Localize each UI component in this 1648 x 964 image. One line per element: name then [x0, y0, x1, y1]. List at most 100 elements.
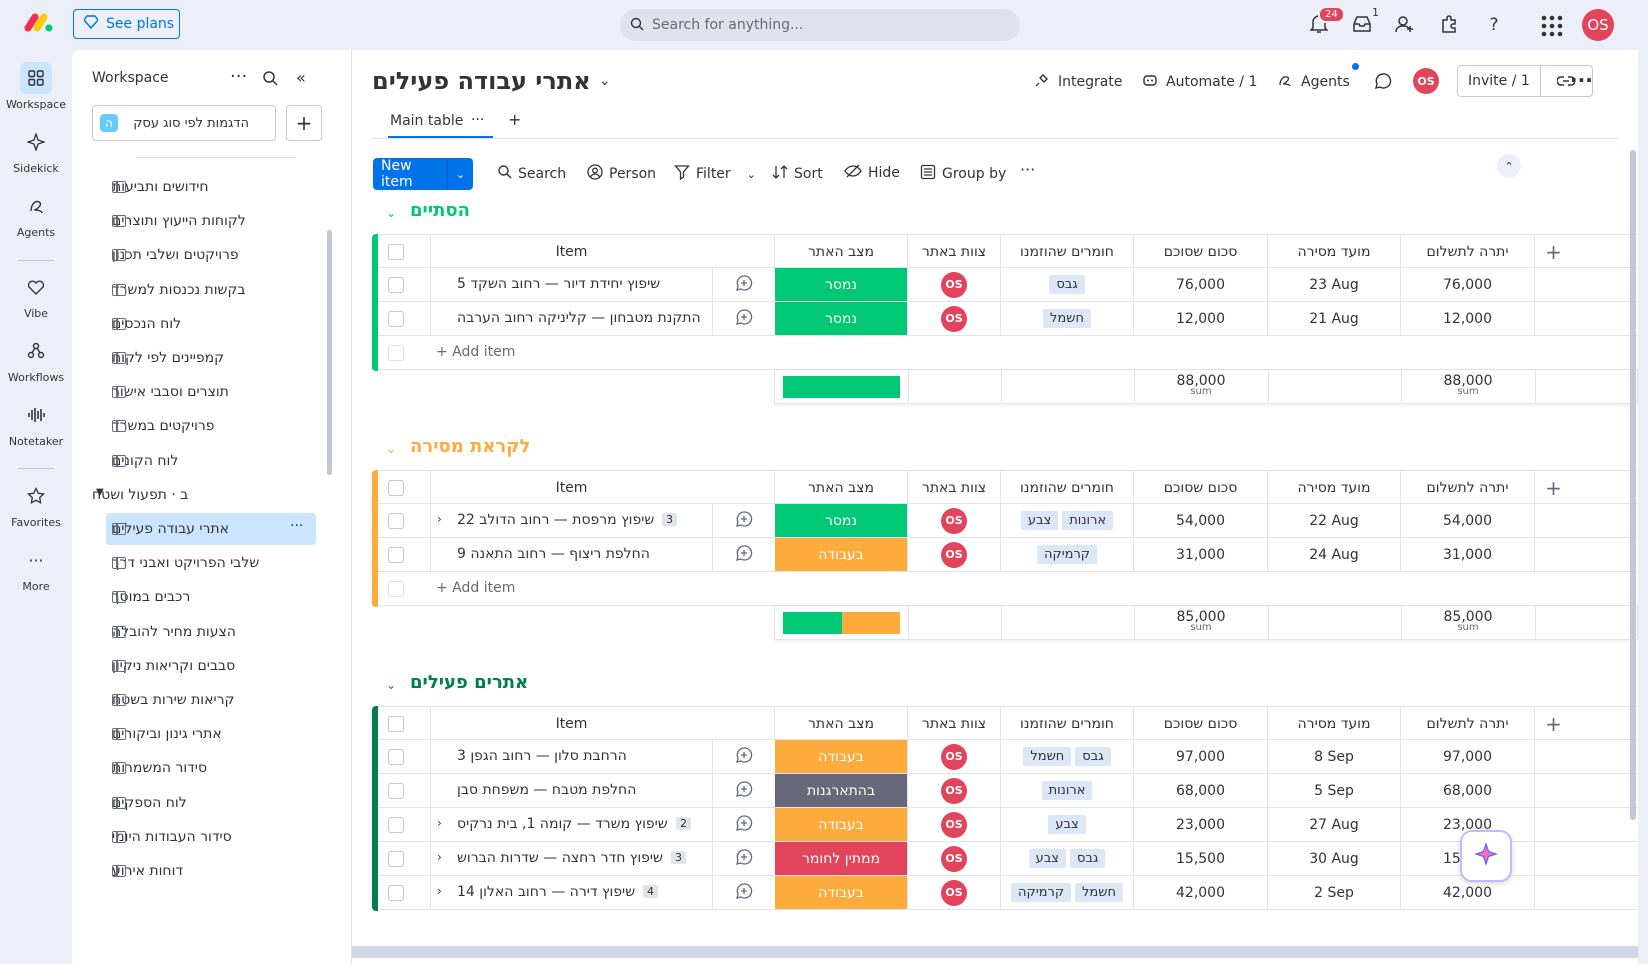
status-cell[interactable]: נמסר [774, 504, 907, 537]
amount-cell[interactable]: 31,000 [1133, 538, 1267, 571]
active-item-more-icon[interactable]: ··· [290, 518, 303, 534]
sidebar-board-item[interactable]: שלבי הפרויקט ואבני דרך [112, 548, 332, 578]
column-header-amt[interactable]: סכום שסוכם [1133, 471, 1267, 504]
invite-members-button[interactable] [1393, 14, 1417, 38]
global-search[interactable]: Search for anything... [620, 9, 1020, 41]
group-by-button[interactable]: Group by [920, 164, 1006, 184]
horizontal-scrollbar[interactable] [352, 946, 1638, 958]
column-header-due[interactable]: מועד מסירה [1267, 707, 1400, 740]
column-header-amt[interactable]: סכום שסוכם [1133, 235, 1267, 268]
select-all-checkbox[interactable] [388, 480, 404, 496]
group-collapse-icon[interactable]: ⌄ [386, 442, 396, 456]
team-cell[interactable]: OS [907, 876, 1000, 909]
select-all-checkbox[interactable] [388, 244, 404, 260]
materials-cell[interactable]: קרמיקה [1000, 538, 1133, 571]
team-cell[interactable]: OS [907, 302, 1000, 335]
table-row[interactable]: › שיפוץ מרפסת — רחוב הדולב 22 3 נמסר OS ארונו… [378, 504, 1638, 538]
workspace-more-icon[interactable]: ··· [230, 66, 247, 87]
status-summary-bar[interactable] [783, 612, 900, 634]
monday-logo[interactable] [24, 12, 54, 34]
new-item-dropdown-icon[interactable]: ⌄ [447, 158, 473, 190]
team-cell[interactable]: OS [907, 842, 1000, 875]
sidebar-board-item[interactable]: אתרי גינון וביקורים [112, 719, 332, 749]
board-title[interactable]: אתרי עבודה פעילים ⌄ [372, 65, 610, 97]
add-board-button[interactable]: + [286, 105, 322, 141]
product-switcher-button[interactable] [1541, 15, 1563, 37]
caret-down-icon[interactable]: ▼ [96, 487, 104, 498]
expand-subitems-icon[interactable]: › [437, 850, 442, 864]
sidebar-board-item[interactable]: קמפיינים לפי לקוח [112, 343, 332, 373]
team-cell[interactable]: OS [907, 808, 1000, 841]
due-date-cell[interactable]: 8 Sep [1267, 740, 1400, 773]
column-header-item[interactable]: Item [430, 707, 712, 740]
item-cell[interactable]: שיפוץ יחידת דיור — רחוב השקד 5 [430, 268, 712, 301]
due-date-cell[interactable]: 30 Aug [1267, 842, 1400, 875]
board-owner-avatar[interactable]: OS [1413, 68, 1439, 94]
amount-cell[interactable]: 54,000 [1133, 504, 1267, 537]
column-header-item[interactable]: Item [430, 235, 712, 268]
help-button[interactable]: ? [1482, 13, 1506, 37]
rail-vibe[interactable]: Vibe [0, 271, 72, 320]
rail-workspace[interactable]: Workspace [0, 62, 72, 111]
column-header-mat[interactable]: חומרים שהוזמנו [1000, 471, 1133, 504]
select-all-checkbox[interactable] [388, 716, 404, 732]
vertical-scrollbar[interactable] [1630, 150, 1636, 820]
item-cell[interactable]: › שיפוץ מרפסת — רחוב הדולב 22 3 [430, 504, 712, 537]
team-cell[interactable]: OS [907, 268, 1000, 301]
row-checkbox[interactable] [388, 885, 404, 901]
team-cell[interactable]: OS [907, 538, 1000, 571]
balance-cell[interactable]: 97,000 [1400, 740, 1534, 773]
row-checkbox[interactable] [388, 277, 404, 293]
amount-cell[interactable]: 12,000 [1133, 302, 1267, 335]
sidebar-board-item[interactable]: לוח הקונים [112, 446, 332, 476]
sidebar-scrollbar[interactable] [327, 230, 332, 475]
due-date-cell[interactable]: 5 Sep [1267, 774, 1400, 807]
group-title[interactable]: אתרים פעילים [410, 672, 528, 693]
sidebar-folder[interactable]: ב · תפעול ושטח [92, 480, 312, 510]
sidebar-board-item[interactable]: פרויקטים ושלבי תכנון [112, 240, 332, 270]
update-cell[interactable] [712, 842, 774, 875]
group-title[interactable]: לקראת מסירה [410, 436, 530, 457]
sidekick-floating-button[interactable] [1460, 830, 1512, 882]
expand-subitems-icon[interactable]: › [437, 884, 442, 898]
agents-button[interactable]: Agents [1277, 70, 1350, 94]
workspace-selector[interactable]: ⌄ הדגמות לפי סוג עסק ה [92, 105, 276, 141]
item-cell[interactable]: הרחבת סלון — רחוב הגפן 3 [430, 740, 712, 773]
row-checkbox[interactable] [388, 783, 404, 799]
balance-cell[interactable]: 12,000 [1400, 302, 1534, 335]
expand-subitems-icon[interactable]: › [437, 816, 442, 830]
item-cell[interactable]: התקנת מטבחון — קליניקה רחוב הערבה [430, 302, 712, 335]
amount-cell[interactable]: 15,500 [1133, 842, 1267, 875]
update-cell[interactable] [712, 538, 774, 571]
status-cell[interactable]: בעבודה [774, 740, 907, 773]
board-more-icon[interactable]: ··· [1570, 68, 1593, 92]
group-collapse-icon[interactable]: ⌄ [386, 206, 396, 220]
item-cell[interactable]: › שיפוץ משרד — קומה 1, בית נרקיס 2 [430, 808, 712, 841]
materials-cell[interactable]: חשמל קרמיקה [1000, 876, 1133, 909]
row-checkbox[interactable] [388, 513, 404, 529]
sidebar-board-item[interactable]: לוח הספקים [112, 788, 332, 818]
materials-cell[interactable]: ארונות [1000, 774, 1133, 807]
rail-more[interactable]: ··· More [0, 544, 72, 594]
amount-cell[interactable]: 23,000 [1133, 808, 1267, 841]
sidebar-board-item[interactable]: סידור העבודות היומי [112, 822, 332, 852]
column-header-team[interactable]: צוות באתר [907, 471, 1000, 504]
expand-subitems-icon[interactable]: › [437, 512, 442, 526]
column-header-due[interactable]: מועד מסירה [1267, 235, 1400, 268]
automate-button[interactable]: Automate / 1 [1142, 70, 1257, 94]
balance-cell[interactable]: 54,000 [1400, 504, 1534, 537]
amount-cell[interactable]: 68,000 [1133, 774, 1267, 807]
column-header-amt[interactable]: סכום שסוכם [1133, 707, 1267, 740]
add-column-button[interactable]: + [1534, 235, 1572, 268]
collapse-header-button[interactable]: ⌃ [1497, 154, 1521, 178]
status-cell[interactable]: נמסר [774, 302, 907, 335]
rail-workflows[interactable]: Workflows [0, 335, 72, 384]
add-item-row[interactable]: + Add item [378, 336, 1638, 370]
update-cell[interactable] [712, 740, 774, 773]
item-cell[interactable]: החלפת ריצוף — רחוב התאנה 9 [430, 538, 712, 571]
table-row[interactable]: החלפת מטבח — משפחת סבן בהתארגנות OS ארונות 6… [378, 774, 1638, 808]
status-cell[interactable]: בעבודה [774, 876, 907, 909]
materials-cell[interactable]: גבס [1000, 268, 1133, 301]
column-header-bal[interactable]: יתרה לתשלום [1400, 471, 1534, 504]
toolbar-more-icon[interactable]: ··· [1020, 160, 1035, 179]
